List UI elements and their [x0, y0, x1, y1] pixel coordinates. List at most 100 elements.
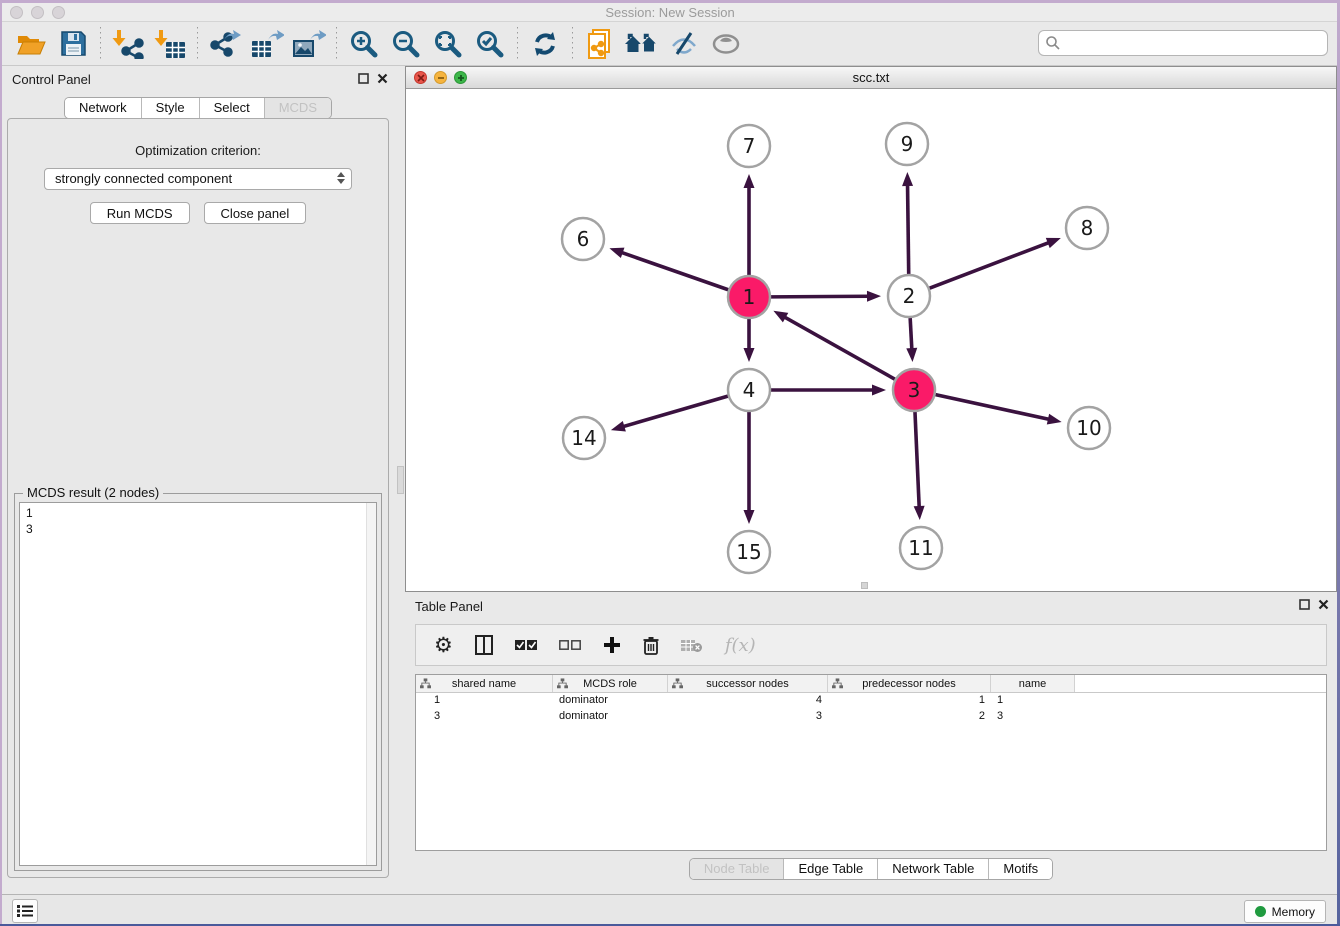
tab-select[interactable]: Select: [200, 98, 265, 118]
graph-node-7[interactable]: 7: [728, 125, 770, 167]
network-minimize-icon[interactable]: [434, 71, 447, 84]
float-table-panel-icon[interactable]: [1299, 599, 1310, 610]
deselect-all-button[interactable]: [559, 638, 581, 652]
result-scrollbar[interactable]: [366, 503, 376, 865]
cell-name[interactable]: 1: [991, 693, 1075, 709]
cell-predecessor-nodes[interactable]: 2: [828, 709, 991, 725]
graph-node-11[interactable]: 11: [900, 527, 942, 569]
task-history-button[interactable]: [12, 899, 38, 923]
maximize-window-icon[interactable]: [52, 6, 65, 19]
close-table-panel-icon[interactable]: [1318, 599, 1329, 610]
mcds-result-item[interactable]: 3: [26, 521, 376, 537]
cell-successor-nodes[interactable]: 3: [668, 709, 828, 725]
graph-node-6[interactable]: 6: [562, 218, 604, 260]
panel-splitter[interactable]: [396, 66, 405, 894]
global-search[interactable]: [1038, 30, 1328, 56]
table-row[interactable]: 1 dominator 4 1 1: [416, 693, 1326, 709]
mcds-result-item[interactable]: 1: [26, 505, 376, 521]
cell-mcds-role[interactable]: dominator: [553, 693, 668, 709]
run-mcds-button[interactable]: Run MCDS: [90, 202, 190, 224]
clone-network-button[interactable]: [579, 26, 621, 62]
network-graph[interactable]: 7 9 6 8 1 2 4 3 14 10 15 11: [406, 89, 1336, 592]
memory-button[interactable]: Memory: [1244, 900, 1326, 923]
table-settings-button[interactable]: ⚙: [434, 635, 453, 656]
network-canvas[interactable]: 7 9 6 8 1 2 4 3 14 10 15 11: [406, 89, 1336, 591]
splitter-handle[interactable]: [397, 466, 404, 494]
delete-column-button[interactable]: [643, 636, 659, 655]
column-header-mcds-role[interactable]: MCDS role: [553, 675, 668, 692]
graph-edge-2-3[interactable]: [906, 318, 917, 362]
zoom-fit-button[interactable]: [427, 26, 469, 62]
graph-edge-2-8[interactable]: [930, 238, 1061, 288]
graph-node-10[interactable]: 10: [1068, 407, 1110, 449]
column-header-successor-nodes[interactable]: successor nodes: [668, 675, 828, 692]
network-maximize-icon[interactable]: [454, 71, 467, 84]
open-session-button[interactable]: [10, 26, 52, 62]
float-panel-icon[interactable]: [358, 73, 369, 84]
apply-layout-button[interactable]: [524, 26, 566, 62]
graph-node-8[interactable]: 8: [1066, 207, 1108, 249]
graph-edge-1-2[interactable]: [771, 291, 881, 302]
graph-edge-4-15[interactable]: [744, 412, 755, 524]
graph-edge-4-14[interactable]: [611, 396, 728, 431]
zoom-in-button[interactable]: [343, 26, 385, 62]
column-header-predecessor-nodes[interactable]: predecessor nodes: [828, 675, 991, 692]
window-traffic-lights[interactable]: [10, 6, 65, 19]
graph-node-3[interactable]: 3: [893, 369, 935, 411]
column-header-shared-name[interactable]: shared name: [416, 675, 553, 692]
criterion-dropdown[interactable]: strongly connected component: [44, 168, 352, 190]
graph-node-1[interactable]: 1: [728, 276, 770, 318]
cell-successor-nodes[interactable]: 4: [668, 693, 828, 709]
graph-edge-1-4[interactable]: [744, 319, 755, 362]
graph-edge-1-6[interactable]: [609, 248, 728, 290]
graph-edge-3-10[interactable]: [935, 395, 1061, 425]
graph-edge-3-1[interactable]: [773, 311, 894, 379]
tab-node-table[interactable]: Node Table: [690, 859, 785, 879]
save-session-button[interactable]: [52, 26, 94, 62]
close-panel-button[interactable]: Close panel: [204, 202, 307, 224]
home-button[interactable]: [621, 26, 663, 62]
tab-edge-table[interactable]: Edge Table: [784, 859, 878, 879]
zoom-out-button[interactable]: [385, 26, 427, 62]
graph-edge-2-9[interactable]: [902, 172, 913, 274]
tab-style[interactable]: Style: [142, 98, 200, 118]
graph-node-2[interactable]: 2: [888, 275, 930, 317]
network-window-titlebar[interactable]: scc.txt: [406, 67, 1336, 89]
cell-shared-name[interactable]: 1: [416, 693, 553, 709]
graph-node-14[interactable]: 14: [563, 417, 605, 459]
mcds-result-list[interactable]: 1 3: [19, 502, 377, 866]
table-row[interactable]: 3 dominator 3 2 3: [416, 709, 1326, 725]
close-panel-icon[interactable]: [377, 73, 388, 84]
horizontal-splitter-handle[interactable]: [861, 582, 868, 589]
graph-edge-3-11[interactable]: [914, 412, 925, 520]
minimize-window-icon[interactable]: [31, 6, 44, 19]
export-table-button[interactable]: [246, 26, 288, 62]
close-window-icon[interactable]: [10, 6, 23, 19]
search-input[interactable]: [1061, 33, 1327, 53]
network-close-icon[interactable]: [414, 71, 427, 84]
tab-network[interactable]: Network: [65, 98, 142, 118]
select-all-button[interactable]: [515, 638, 537, 652]
column-view-button[interactable]: [475, 635, 493, 655]
cell-predecessor-nodes[interactable]: 1: [828, 693, 991, 709]
graph-node-4[interactable]: 4: [728, 369, 770, 411]
cell-shared-name[interactable]: 3: [416, 709, 553, 725]
toggle-style-button[interactable]: [663, 26, 705, 62]
add-column-button[interactable]: [603, 636, 621, 654]
graph-node-15[interactable]: 15: [728, 531, 770, 573]
cell-name[interactable]: 3: [991, 709, 1075, 725]
export-network-button[interactable]: [204, 26, 246, 62]
graph-edge-1-7[interactable]: [744, 174, 755, 275]
tab-mcds[interactable]: MCDS: [265, 98, 331, 118]
graph-edge-4-3[interactable]: [771, 385, 886, 396]
tab-motifs[interactable]: Motifs: [989, 859, 1052, 879]
delete-table-button[interactable]: [681, 637, 703, 653]
graph-node-9[interactable]: 9: [886, 123, 928, 165]
export-image-button[interactable]: [288, 26, 330, 62]
column-header-name[interactable]: name: [991, 675, 1075, 692]
preview-eye-button[interactable]: [705, 26, 747, 62]
cell-mcds-role[interactable]: dominator: [553, 709, 668, 725]
import-network-button[interactable]: [107, 26, 149, 62]
zoom-selected-button[interactable]: [469, 26, 511, 62]
tab-network-table[interactable]: Network Table: [878, 859, 989, 879]
